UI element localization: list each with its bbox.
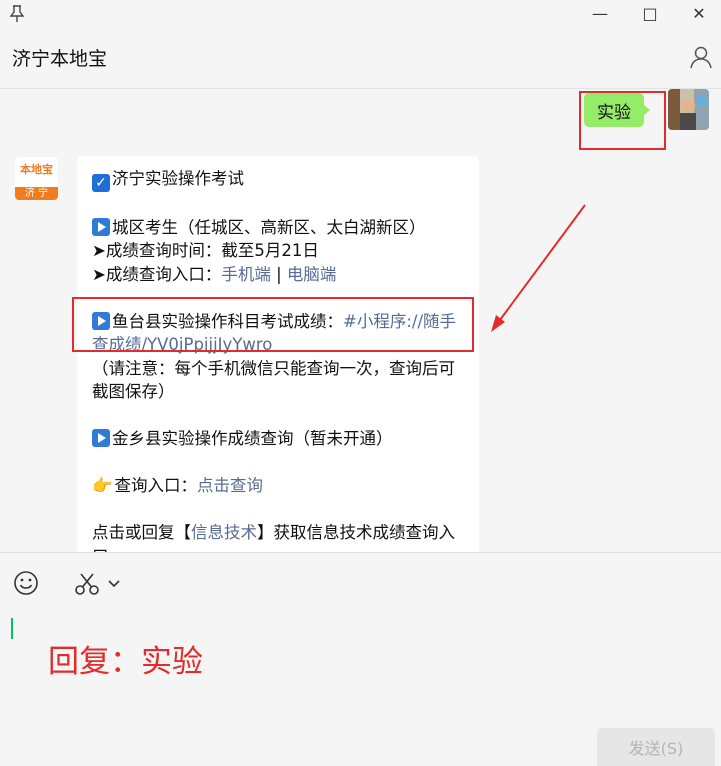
text-cursor (11, 618, 13, 639)
input-area[interactable]: 回复：实验 发送(S) (0, 552, 721, 766)
minimize-button[interactable]: — (588, 2, 612, 26)
scissors-icon[interactable] (74, 572, 100, 596)
send-button[interactable]: 发送(S) (597, 728, 715, 766)
maximize-button[interactable]: □ (638, 2, 662, 26)
annotation-arrow (491, 204, 586, 332)
pin-icon[interactable] (5, 2, 29, 26)
chat-title: 济宁本地宝 (12, 48, 108, 70)
chevron-down-icon[interactable] (107, 575, 121, 589)
chat-area[interactable]: 实验 本地宝 济 宁 ✓ 济宁实验操作考试 城区考生（任城区、高新区、太白湖新区）… (0, 89, 721, 552)
title-bar: — □ ✕ 济宁本地宝 (0, 0, 721, 89)
smiley-icon[interactable] (13, 570, 39, 596)
message-input[interactable]: 回复：实验 (48, 636, 203, 681)
close-button[interactable]: ✕ (687, 2, 711, 26)
person-icon[interactable] (688, 44, 714, 70)
